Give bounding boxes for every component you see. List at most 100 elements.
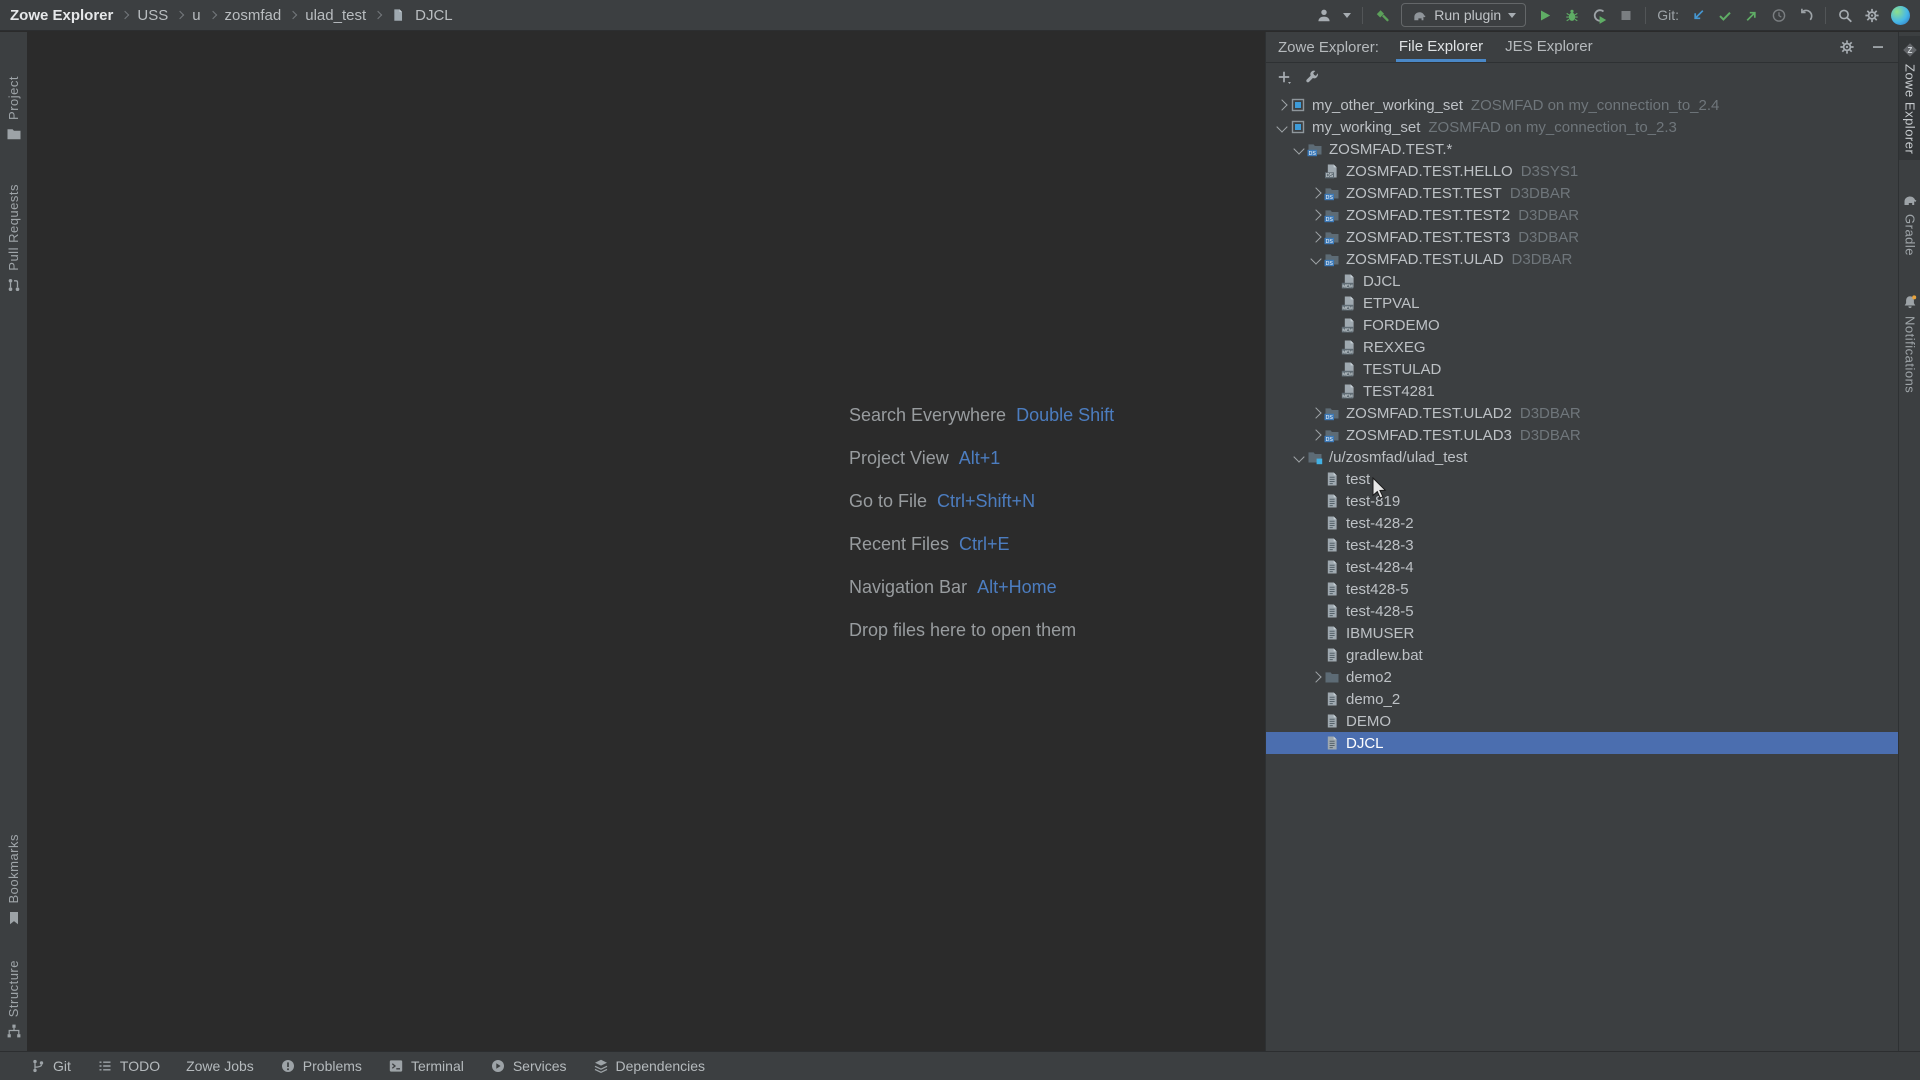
- search-icon[interactable]: [1837, 7, 1853, 23]
- chevron-down-icon: [1508, 13, 1516, 18]
- file-icon: [390, 7, 406, 23]
- tree-item-test4281[interactable]: MEMTEST4281: [1266, 380, 1898, 402]
- user-icon[interactable]: [1316, 7, 1332, 23]
- minimize-icon[interactable]: [1870, 39, 1886, 55]
- statusbar-item-todo[interactable]: TODO: [97, 1058, 160, 1074]
- mouse-cursor: [1372, 477, 1389, 504]
- tree-item-demo[interactable]: DEMO: [1266, 710, 1898, 732]
- tree-item-test-428-5[interactable]: test-428-5: [1266, 600, 1898, 622]
- chevron-right-icon[interactable]: [1310, 187, 1321, 198]
- todo-icon: [97, 1058, 113, 1074]
- chevron-down-icon[interactable]: [1276, 121, 1287, 132]
- tree-item-test428-5[interactable]: test428-5: [1266, 578, 1898, 600]
- chevron-down-icon[interactable]: [1343, 13, 1351, 18]
- tree-item-zosmfad-test-test2[interactable]: DSZOSMFAD.TEST.TEST2D3DBAR: [1266, 204, 1898, 226]
- tree-item-my-other-working-set[interactable]: my_other_working_setZOSMFAD on my_connec…: [1266, 94, 1898, 116]
- statusbar-item-services[interactable]: Services: [490, 1058, 567, 1074]
- tree-item-my-working-set[interactable]: my_working_setZOSMFAD on my_connection_t…: [1266, 116, 1898, 138]
- shortcut-key-label[interactable]: Double Shift: [1016, 405, 1114, 426]
- wrench-icon[interactable]: [1304, 69, 1320, 85]
- breadcrumb-item-uss[interactable]: USS: [137, 7, 168, 24]
- statusbar-item-problems[interactable]: Problems: [280, 1058, 362, 1074]
- settings-icon[interactable]: [1864, 7, 1880, 23]
- stripe-item-project[interactable]: Project: [0, 70, 27, 148]
- tree-item-etpval[interactable]: MEMETPVAL: [1266, 292, 1898, 314]
- breadcrumb-item-u[interactable]: u: [192, 7, 200, 24]
- tree-item-djcl[interactable]: DJCL: [1266, 732, 1898, 754]
- tree-item-zosmfad-test-test[interactable]: DSZOSMFAD.TEST.TESTD3DBAR: [1266, 182, 1898, 204]
- tree-item-test-819[interactable]: test-819: [1266, 490, 1898, 512]
- breadcrumb-item-ulad-test[interactable]: ulad_test: [305, 7, 366, 24]
- run-with-coverage-icon[interactable]: [1591, 7, 1607, 23]
- chevron-right-icon[interactable]: [1310, 429, 1321, 440]
- user-avatar[interactable]: [1891, 6, 1910, 25]
- svg-text:Z: Z: [1908, 46, 1913, 55]
- chevron-right-icon[interactable]: [1310, 407, 1321, 418]
- chevron-down-icon[interactable]: [1293, 451, 1304, 462]
- tree-item-djcl[interactable]: MEMDJCL: [1266, 270, 1898, 292]
- tree-item-test-428-2[interactable]: test-428-2: [1266, 512, 1898, 534]
- statusbar-item-label: TODO: [120, 1058, 160, 1074]
- shortcut-key-label[interactable]: Alt+1: [959, 448, 1001, 469]
- chevron-right-icon[interactable]: [1310, 209, 1321, 220]
- tree-item-testulad[interactable]: MEMTESTULAD: [1266, 358, 1898, 380]
- tree-item-demo-2[interactable]: demo_2: [1266, 688, 1898, 710]
- git-commit-icon[interactable]: [1717, 7, 1733, 23]
- tree-item-zosmfad-test-ulad[interactable]: DSZOSMFAD.TEST.ULADD3DBAR: [1266, 248, 1898, 270]
- debug-icon[interactable]: [1564, 7, 1580, 23]
- shortcut-key-label[interactable]: Ctrl+E: [959, 534, 1010, 555]
- rollback-icon[interactable]: [1798, 7, 1814, 23]
- uss-file-icon: [1324, 537, 1340, 553]
- chevron-right-icon[interactable]: [1310, 671, 1321, 682]
- shortcut-key-label[interactable]: Alt+Home: [977, 577, 1057, 598]
- run-configuration-select[interactable]: Run plugin: [1401, 3, 1526, 27]
- tree-item-demo2[interactable]: demo2: [1266, 666, 1898, 688]
- tree-item-zosmfad-test-ulad3[interactable]: DSZOSMFAD.TEST.ULAD3D3DBAR: [1266, 424, 1898, 446]
- tree-item-fordemo[interactable]: MEMFORDEMO: [1266, 314, 1898, 336]
- stripe-item-pull-requests[interactable]: Pull Requests: [0, 178, 27, 299]
- stripe-item-bookmarks[interactable]: Bookmarks: [0, 828, 27, 932]
- tab-jes-explorer[interactable]: JES Explorer: [1505, 32, 1593, 62]
- statusbar-item-terminal[interactable]: Terminal: [388, 1058, 464, 1074]
- tree-item-ibmuser[interactable]: IBMUSER: [1266, 622, 1898, 644]
- tree-item-zosmfad-test-ulad2[interactable]: DSZOSMFAD.TEST.ULAD2D3DBAR: [1266, 402, 1898, 424]
- shortcut-hint-row: Recent FilesCtrl+E: [849, 534, 1114, 577]
- tree-item-test[interactable]: test: [1266, 468, 1898, 490]
- git-update-icon[interactable]: [1690, 7, 1706, 23]
- tree-item-label: ETPVAL: [1363, 295, 1419, 312]
- statusbar-item-git[interactable]: Git: [30, 1058, 71, 1074]
- tree-item--u-zosmfad-ulad-test[interactable]: /u/zosmfad/ulad_test: [1266, 446, 1898, 468]
- chevron-right-icon[interactable]: [1276, 99, 1287, 110]
- stripe-item-zowe-explorer[interactable]: ZZowe Explorer: [1899, 36, 1920, 160]
- add-icon[interactable]: [1276, 69, 1292, 85]
- run-icon[interactable]: [1537, 7, 1553, 23]
- stripe-item-notifications[interactable]: Notifications: [1899, 288, 1920, 399]
- chevron-down-icon[interactable]: [1293, 143, 1304, 154]
- chevron-down-icon[interactable]: [1310, 253, 1321, 264]
- statusbar-item-label: Services: [513, 1058, 567, 1074]
- stripe-item-gradle[interactable]: Gradle: [1899, 186, 1920, 262]
- dataset-icon: DS: [1324, 207, 1340, 223]
- statusbar-item-zowe-jobs[interactable]: Zowe Jobs: [186, 1058, 254, 1074]
- breadcrumb-item-zosmfad[interactable]: zosmfad: [225, 7, 282, 24]
- shortcut-key-label[interactable]: Ctrl+Shift+N: [937, 491, 1035, 512]
- breadcrumb-current-file[interactable]: DJCL: [415, 7, 453, 24]
- build-hammer-icon[interactable]: [1374, 7, 1390, 23]
- svg-text:MEM: MEM: [1342, 393, 1353, 398]
- tree-item-gradlew-bat[interactable]: gradlew.bat: [1266, 644, 1898, 666]
- tree-item-zosmfad-test-hello[interactable]: DSZOSMFAD.TEST.HELLOD3SYS1: [1266, 160, 1898, 182]
- settings-icon[interactable]: [1839, 39, 1855, 55]
- tab-file-explorer[interactable]: File Explorer: [1399, 32, 1483, 62]
- uss-file-icon: [1324, 735, 1340, 751]
- tree-item-zosmfad-test-[interactable]: DSZOSMFAD.TEST.*: [1266, 138, 1898, 160]
- tree-item-test-428-3[interactable]: test-428-3: [1266, 534, 1898, 556]
- statusbar-item-label: Problems: [303, 1058, 362, 1074]
- breadcrumb-root[interactable]: Zowe Explorer: [10, 7, 113, 24]
- tree-item-test-428-4[interactable]: test-428-4: [1266, 556, 1898, 578]
- stripe-item-structure[interactable]: Structure: [0, 954, 27, 1045]
- chevron-right-icon[interactable]: [1310, 231, 1321, 242]
- git-push-icon[interactable]: [1744, 7, 1760, 23]
- statusbar-item-dependencies[interactable]: Dependencies: [593, 1058, 706, 1074]
- tree-item-zosmfad-test-test3[interactable]: DSZOSMFAD.TEST.TEST3D3DBAR: [1266, 226, 1898, 248]
- tree-item-rexxeg[interactable]: MEMREXXEG: [1266, 336, 1898, 358]
